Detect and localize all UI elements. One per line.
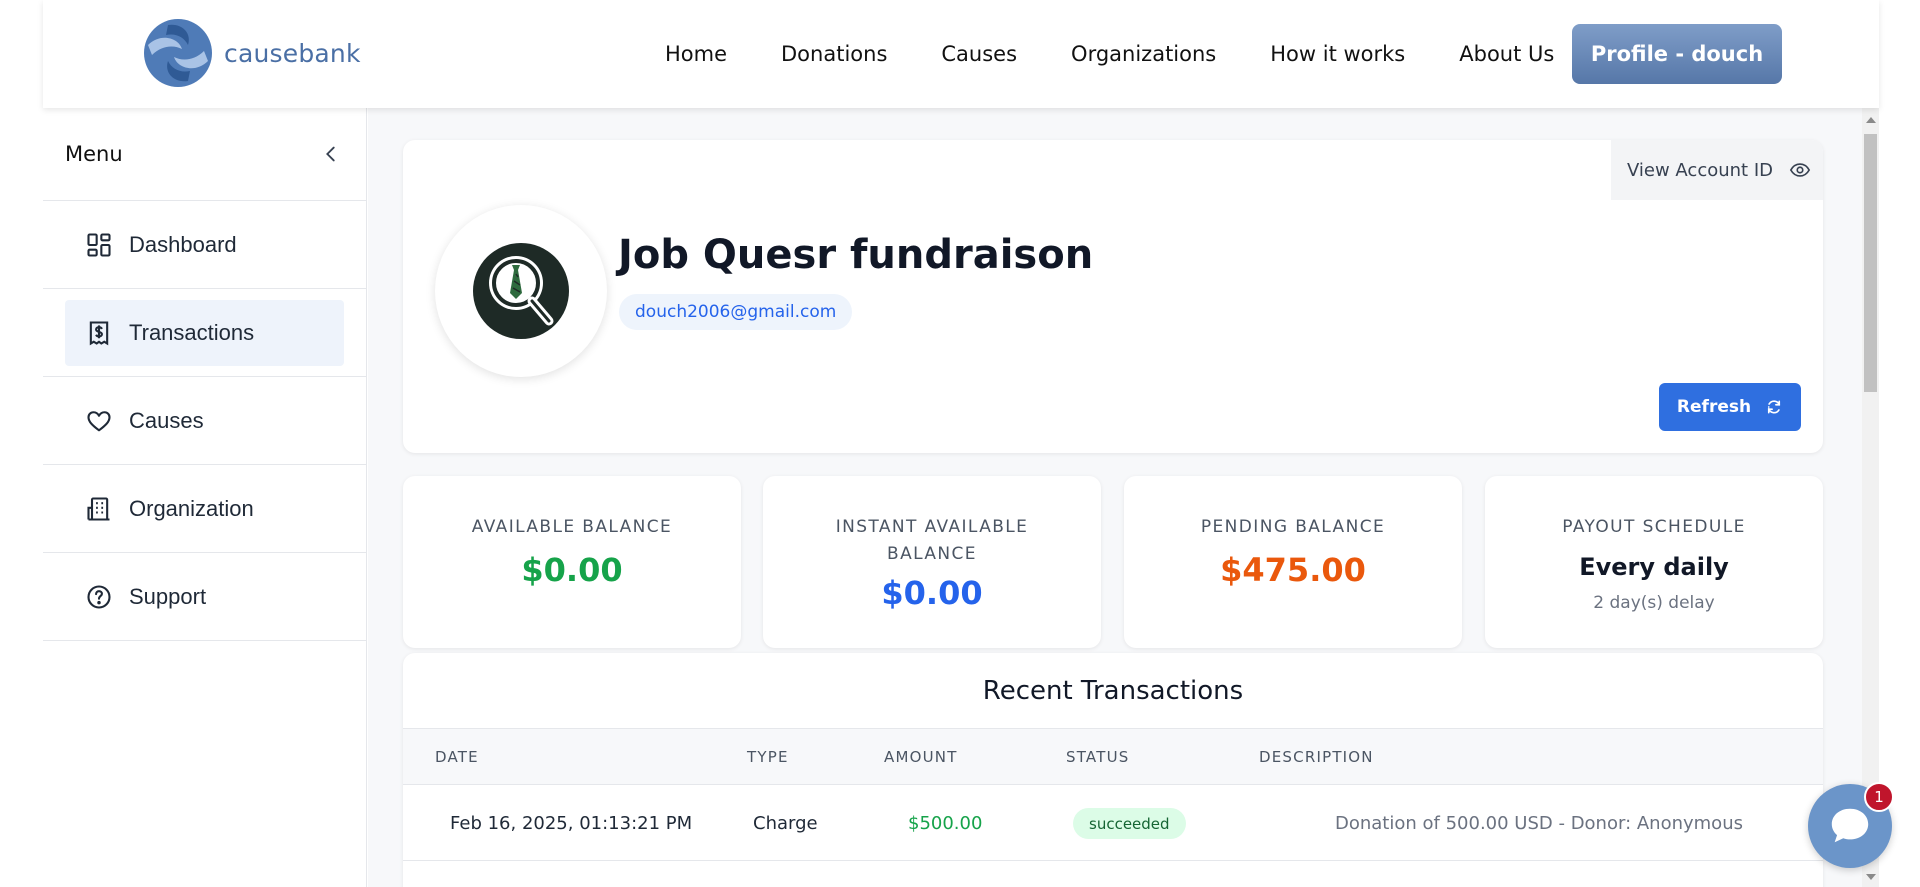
help-circle-icon (87, 584, 111, 609)
sidebar-item-label: Transactions (129, 319, 255, 345)
instant-balance-card: INSTANT AVAILABLE BALANCE $0.00 (763, 476, 1101, 648)
tx-type: Charge (753, 813, 818, 834)
column-header-status: STATUS (1066, 748, 1130, 766)
pending-balance-value: $475.00 (1220, 551, 1366, 589)
column-header-description: DESCRIPTION (1259, 748, 1374, 766)
hands-globe-logo-icon (144, 19, 212, 87)
payout-schedule-card: PAYOUT SCHEDULE Every daily 2 day(s) del… (1485, 476, 1823, 648)
refresh-button[interactable]: Refresh (1659, 383, 1801, 431)
page-scrollbar[interactable] (1862, 108, 1879, 887)
table-row[interactable]: Feb 16, 2025, 01:13:21 PM Charge $500.00… (403, 785, 1823, 861)
nav-about-us[interactable]: About Us (1459, 42, 1554, 66)
pending-balance-card: PENDING BALANCE $475.00 (1124, 476, 1462, 648)
sidebar-item-support[interactable]: Support (43, 553, 366, 641)
column-header-amount: AMOUNT (884, 748, 958, 766)
dashboard-icon (87, 232, 111, 257)
sidebar-item-transactions[interactable]: Transactions (43, 289, 366, 377)
sidebar-item-dashboard[interactable]: Dashboard (43, 201, 366, 289)
transactions-title: Recent Transactions (403, 653, 1823, 729)
chat-bubble-icon (1831, 808, 1869, 843)
scroll-up-arrow-icon[interactable] (1866, 117, 1876, 123)
stat-label: PENDING BALANCE (1200, 517, 1386, 537)
stat-label: AVAILABLE BALANCE (471, 517, 673, 537)
nav-organizations[interactable]: Organizations (1071, 42, 1216, 66)
brand-name: causebank (224, 38, 361, 68)
sidebar-item-label: Causes (129, 407, 204, 433)
payout-schedule-value: Every daily (1579, 553, 1729, 581)
tx-description: Donation of 500.00 USD - Donor: Anonymou… (1335, 813, 1743, 834)
nav-donations[interactable]: Donations (781, 42, 887, 66)
tx-amount: $500.00 (908, 813, 983, 834)
table-header: DATE TYPE AMOUNT STATUS DESCRIPTION (403, 729, 1823, 785)
main-content: View Account ID Job Quesr fundraison dou… (368, 108, 1862, 887)
view-account-id-button[interactable]: View Account ID (1611, 140, 1823, 200)
sidebar-item-label: Organization (129, 495, 254, 521)
refresh-label: Refresh (1676, 397, 1752, 417)
view-account-id-label: View Account ID (1627, 159, 1774, 181)
table-row[interactable] (403, 861, 1823, 887)
instant-balance-value: $0.00 (881, 574, 983, 612)
sidebar: Menu Dashboard Transactions Causes Organ… (43, 108, 367, 887)
available-balance-card: AVAILABLE BALANCE $0.00 (403, 476, 741, 648)
sidebar-title: Menu (65, 142, 123, 166)
profile-card: View Account ID Job Quesr fundraison dou… (403, 140, 1823, 453)
profile-button[interactable]: Profile - douch (1572, 24, 1782, 84)
stat-label: INSTANT AVAILABLE BALANCE (835, 517, 1029, 564)
top-navbar: causebank Home Donations Causes Organiza… (43, 0, 1879, 108)
magnifier-tie-logo-icon (473, 243, 569, 339)
brand-logo[interactable]: causebank (138, 15, 361, 91)
avatar (435, 205, 607, 377)
eye-icon (1789, 163, 1811, 177)
receipt-dollar-icon (89, 320, 109, 345)
building-icon (87, 496, 110, 521)
unread-count-badge: 1 (1864, 782, 1894, 812)
scroll-down-arrow-icon[interactable] (1866, 874, 1876, 880)
payout-delay: 2 day(s) delay (1593, 593, 1715, 613)
sidebar-item-organization[interactable]: Organization (43, 465, 366, 553)
nav-home[interactable]: Home (665, 42, 727, 66)
tx-date: Feb 16, 2025, 01:13:21 PM (450, 813, 693, 834)
main-nav: Home Donations Causes Organizations How … (665, 0, 1608, 108)
sidebar-item-label: Support (129, 583, 207, 609)
heart-icon (87, 410, 111, 431)
nav-how-it-works[interactable]: How it works (1270, 42, 1405, 66)
column-header-type: TYPE (747, 748, 789, 766)
refresh-icon (1768, 400, 1781, 414)
chat-widget-button[interactable]: 1 (1808, 782, 1894, 868)
sidebar-item-causes[interactable]: Causes (43, 377, 366, 465)
chevron-left-icon[interactable] (320, 143, 342, 165)
scrollbar-thumb[interactable] (1864, 134, 1877, 392)
org-name: Job Quesr fundraison (618, 232, 1094, 278)
sidebar-header: Menu (43, 108, 366, 201)
nav-causes[interactable]: Causes (941, 42, 1017, 66)
column-header-date: DATE (435, 748, 479, 766)
stat-label: PAYOUT SCHEDULE (1562, 517, 1746, 537)
recent-transactions-card: Recent Transactions DATE TYPE AMOUNT STA… (403, 653, 1823, 887)
sidebar-item-label: Dashboard (129, 231, 237, 257)
available-balance-value: $0.00 (521, 551, 623, 589)
status-badge: succeeded (1073, 808, 1186, 839)
email-badge: douch2006@gmail.com (619, 294, 853, 330)
